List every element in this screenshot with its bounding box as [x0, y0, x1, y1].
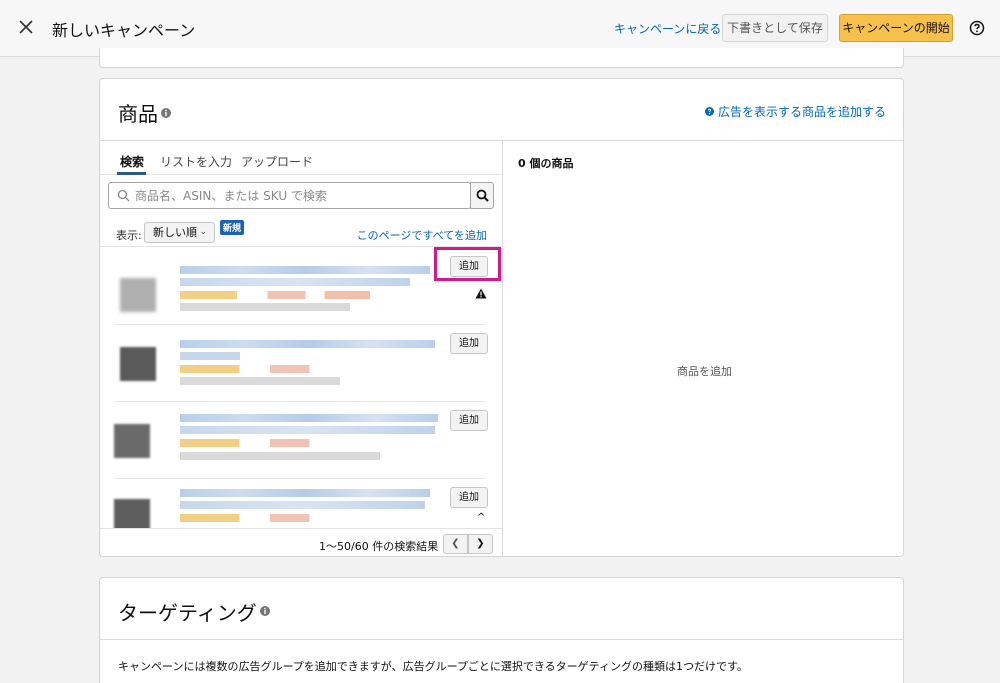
search-icon [117, 189, 130, 202]
product-title-blurred [180, 340, 435, 348]
warning-icon [475, 288, 487, 299]
list-item: 追加 [100, 325, 502, 402]
selected-count: 0 個の商品 [518, 157, 574, 170]
product-title-blurred [180, 489, 430, 497]
search-box [108, 182, 471, 209]
help-circle-icon [704, 107, 714, 116]
previous-section-card [99, 48, 904, 68]
tab-search[interactable]: 検索 [120, 153, 144, 170]
chevron-left-icon[interactable]: ❮ [443, 534, 468, 554]
sort-row: 表示: 新しい順 ⌄ 新規 このページですべてを追加 [100, 217, 502, 247]
new-badge: 新規 [220, 220, 245, 235]
list-item: 追加 [100, 479, 502, 528]
search-input[interactable] [135, 183, 465, 208]
pagination-bar: 1〜50/60 件の検索結果 ❮ ❯ [100, 528, 502, 556]
product-search-pane: 検索 リストを入力 アップロード 表示: 新しい順 ⌄ 新規 このページですべて… [100, 141, 502, 556]
search-icon [476, 189, 489, 202]
targeting-description: キャンペーンには複数の広告グループを追加できますが、広告グループごとに選択できる… [118, 660, 748, 673]
highlight-box [434, 247, 501, 281]
tab-upload[interactable]: アップロード [241, 153, 313, 170]
active-tab-indicator [117, 172, 146, 175]
divider [100, 639, 903, 640]
chevron-down-icon: ⌄ [199, 227, 207, 237]
product-meta-blurred [180, 452, 380, 460]
product-price-blurred [180, 439, 360, 447]
product-meta-blurred [180, 303, 350, 311]
product-title-blurred [180, 278, 410, 286]
pagination-text: 1〜50/60 件の検索結果 [319, 540, 439, 553]
start-campaign-button[interactable]: キャンペーンの開始 [839, 14, 953, 42]
info-icon [260, 606, 270, 616]
product-thumbnail [114, 424, 150, 458]
sort-label: 表示: [116, 229, 142, 242]
add-product-button[interactable]: 追加 [450, 410, 488, 431]
product-thumbnail [120, 278, 156, 312]
chevron-up-icon[interactable]: ^ [477, 512, 485, 523]
product-title-blurred [180, 266, 430, 274]
back-to-campaign-link[interactable]: キャンペーンに戻る [614, 20, 721, 37]
info-icon [161, 108, 171, 118]
search-button[interactable] [470, 182, 494, 209]
close-icon[interactable] [16, 17, 36, 37]
product-title-blurred [180, 501, 425, 509]
product-title-blurred [180, 352, 240, 360]
product-price-blurred [180, 291, 370, 299]
targeting-title: ターゲティング [118, 601, 257, 625]
empty-state-text: 商品を追加 [677, 365, 732, 378]
search-results-list: 追加 追加 追加 追加 [100, 248, 502, 528]
add-all-on-page-link[interactable]: このページですべてを追加 [357, 227, 487, 243]
product-title-blurred [180, 414, 438, 422]
add-products-help-link[interactable]: 広告を表示する商品を追加する [704, 103, 886, 120]
products-title: 商品 [118, 102, 158, 126]
add-product-button[interactable]: 追加 [450, 487, 488, 508]
chevron-right-icon[interactable]: ❯ [468, 534, 493, 554]
sort-value: 新しい順 [153, 226, 197, 239]
product-title-blurred [180, 426, 435, 434]
list-item: 追加 [100, 402, 502, 479]
products-card: 商品 広告を表示する商品を追加する 検索 リストを入力 アップロード 商品名、A… [99, 78, 904, 557]
save-draft-button[interactable]: 下書きとして保存 [722, 14, 828, 42]
page-title: 新しいキャンペーン [52, 21, 196, 40]
sort-dropdown[interactable]: 新しい順 ⌄ [144, 222, 215, 243]
product-price-blurred [180, 365, 360, 373]
product-price-blurred [180, 514, 360, 522]
selected-products-pane: 0 個の商品 商品を追加 [502, 141, 903, 556]
add-product-button[interactable]: 追加 [450, 333, 488, 354]
search-tabs: 検索 リストを入力 アップロード [100, 141, 502, 175]
help-circle-icon[interactable] [969, 20, 985, 36]
product-thumbnail [114, 499, 150, 528]
targeting-card: ターゲティング キャンペーンには複数の広告グループを追加できますが、広告グループ… [99, 577, 904, 683]
product-thumbnail [120, 347, 156, 381]
add-products-help-text[interactable]: 広告を表示する商品を追加する [718, 103, 886, 120]
product-meta-blurred [180, 377, 340, 385]
tab-enter-list[interactable]: リストを入力 [160, 153, 232, 170]
